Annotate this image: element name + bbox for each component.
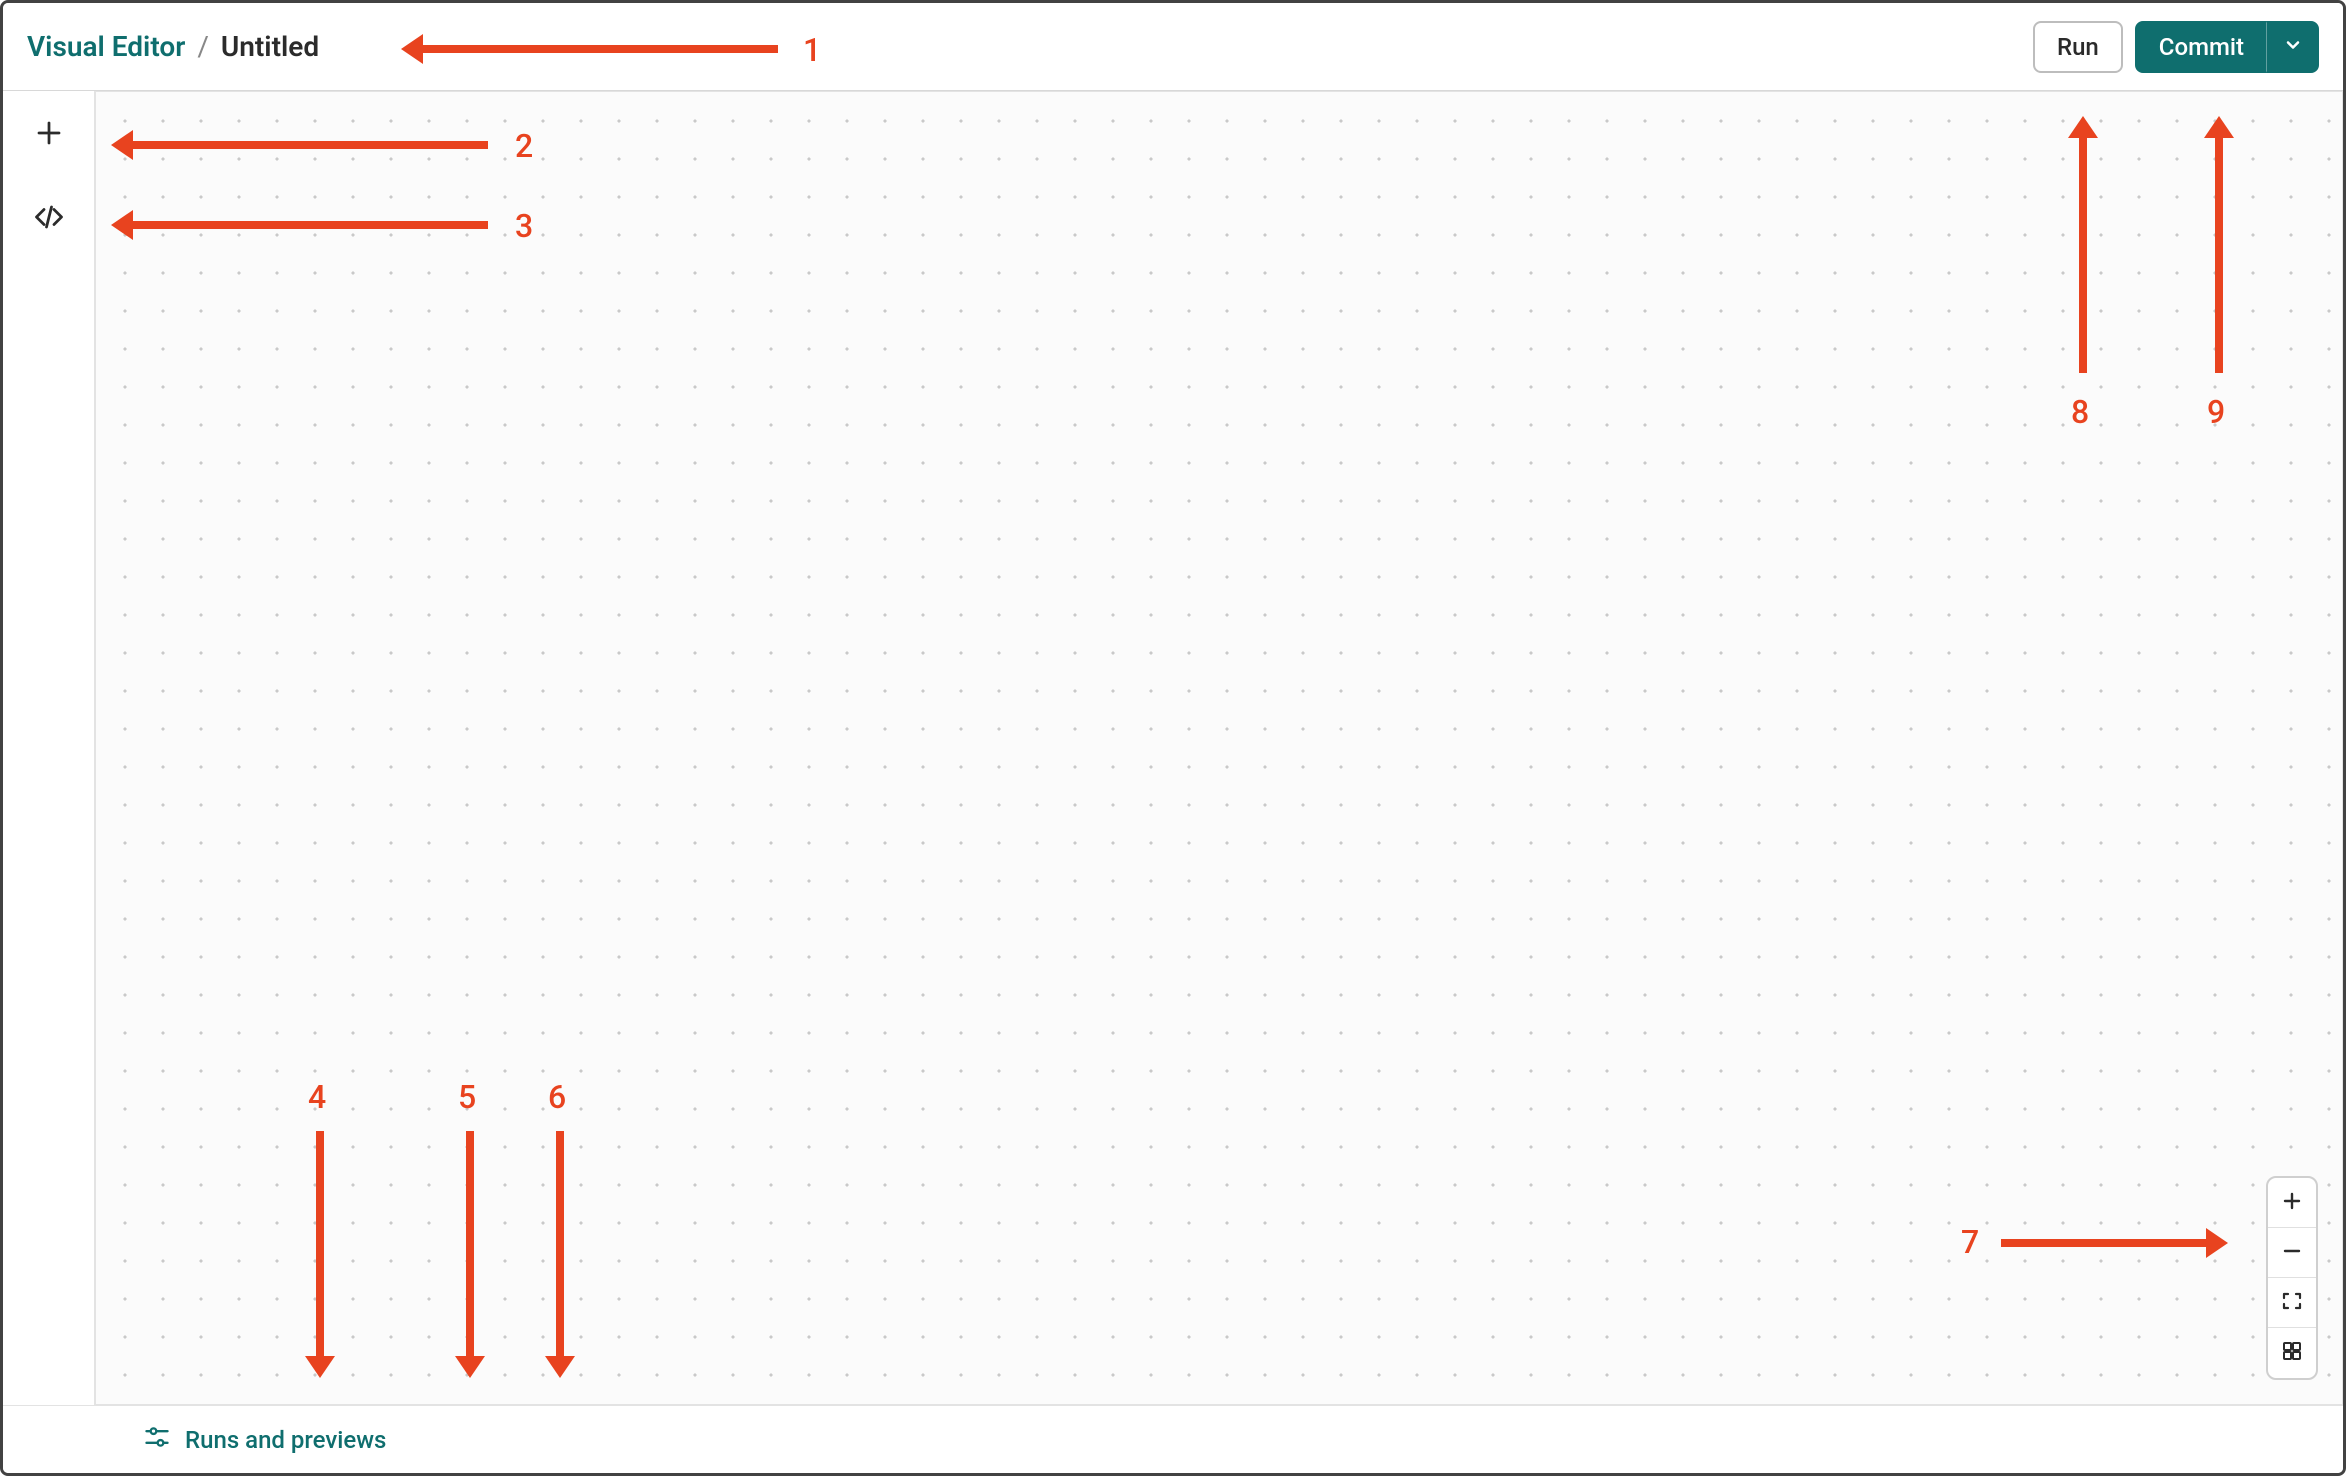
- footer-bar: Runs and previews: [3, 1405, 2343, 1473]
- zoom-in-button[interactable]: [2268, 1178, 2316, 1228]
- code-view-button[interactable]: [25, 195, 73, 243]
- commit-dropdown-button[interactable]: [2267, 21, 2319, 73]
- annotation-arrow-4: [316, 1131, 324, 1371]
- breadcrumb-current[interactable]: Untitled: [221, 30, 319, 63]
- plus-icon: [2280, 1189, 2304, 1217]
- run-button[interactable]: Run: [2033, 21, 2123, 73]
- git-commit-tab[interactable]: [422, 1420, 462, 1460]
- sliders-icon: [143, 1423, 171, 1457]
- chevron-down-icon: [2283, 33, 2303, 61]
- runs-and-previews-tab[interactable]: Runs and previews: [143, 1423, 386, 1457]
- commit-button[interactable]: Commit: [2135, 21, 2267, 73]
- breadcrumb-root[interactable]: Visual Editor: [27, 30, 185, 63]
- grid-view-button[interactable]: [2268, 1328, 2316, 1378]
- annotation-arrow-9: [2215, 123, 2223, 373]
- annotation-arrow-3: [118, 221, 488, 229]
- app-frame: Visual Editor / Untitled Run Commit: [0, 0, 2346, 1476]
- fit-screen-icon: [2280, 1289, 2304, 1317]
- annotation-arrow-6: [556, 1131, 564, 1371]
- add-node-button[interactable]: [25, 111, 73, 159]
- header-actions: Run Commit: [2033, 21, 2319, 73]
- header-bar: Visual Editor / Untitled Run Commit: [3, 3, 2343, 91]
- compass-tab[interactable]: [498, 1420, 538, 1460]
- canvas[interactable]: [95, 91, 2343, 1405]
- side-rail: [3, 91, 95, 1405]
- annotation-arrow-2: [118, 141, 488, 149]
- zoom-controls: [2266, 1176, 2318, 1380]
- editor-body: [3, 91, 2343, 1405]
- annotation-arrow-1: [408, 45, 778, 53]
- zoom-out-button[interactable]: [2268, 1228, 2316, 1278]
- annotation-arrow-5: [466, 1131, 474, 1371]
- breadcrumb-separator: /: [197, 30, 209, 63]
- annotation-arrow-7: [2001, 1239, 2221, 1247]
- code-icon: [34, 202, 64, 236]
- plus-icon: [34, 118, 64, 152]
- commit-button-group: Commit: [2135, 21, 2319, 73]
- annotation-arrow-8: [2079, 123, 2087, 373]
- runs-and-previews-label: Runs and previews: [185, 1426, 386, 1454]
- minus-icon: [2280, 1239, 2304, 1267]
- fit-screen-button[interactable]: [2268, 1278, 2316, 1328]
- breadcrumb: Visual Editor / Untitled: [27, 30, 319, 63]
- grid-icon: [2280, 1339, 2304, 1367]
